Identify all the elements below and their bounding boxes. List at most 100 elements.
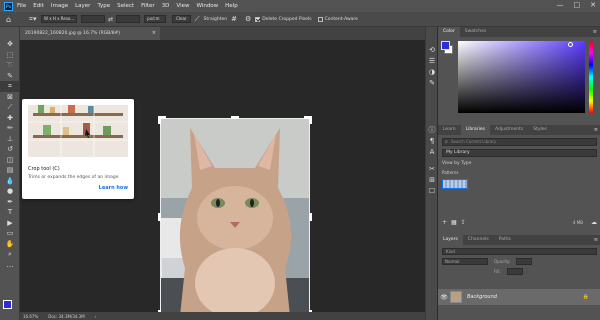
image-icon[interactable]: ▦ xyxy=(451,219,457,226)
opacity-field[interactable] xyxy=(516,258,533,265)
zoom-level[interactable]: 16.67% xyxy=(23,314,38,319)
swap-icon[interactable]: ⇄ xyxy=(108,16,113,23)
type-tool-icon[interactable]: T xyxy=(0,207,20,218)
maximize-button[interactable]: □ xyxy=(574,1,581,9)
color-picker-marker[interactable] xyxy=(568,42,573,47)
healing-tool-icon[interactable]: ✚ xyxy=(0,113,20,124)
menu-file[interactable]: File xyxy=(17,3,26,9)
more-tools-icon[interactable]: … xyxy=(0,260,20,271)
grid-overlay-icon[interactable]: # xyxy=(231,15,237,23)
gear-icon[interactable]: ⚙ xyxy=(245,15,251,23)
library-dropdown[interactable]: My Library xyxy=(442,149,597,157)
zoom-tool-icon[interactable]: ⌕ xyxy=(0,249,20,260)
stamp-tool-icon[interactable]: ⊥ xyxy=(0,134,20,145)
straighten-label[interactable]: Straighten xyxy=(204,17,228,22)
menu-3d[interactable]: 3D xyxy=(162,3,170,9)
menu-image[interactable]: Image xyxy=(51,3,68,9)
fill-field[interactable] xyxy=(506,268,523,275)
resolution-unit-dropdown[interactable]: px/cm xyxy=(144,15,167,23)
menu-filter[interactable]: Filter xyxy=(141,3,155,9)
menu-type[interactable]: Type xyxy=(97,3,110,9)
add-icon[interactable]: + xyxy=(442,219,447,226)
upload-icon[interactable]: ⇪ xyxy=(461,219,466,226)
tab-channels[interactable]: Channels xyxy=(463,235,494,245)
crop-width-field[interactable] xyxy=(81,15,106,23)
tab-libraries[interactable]: Libraries xyxy=(460,125,491,135)
tab-color[interactable]: Color xyxy=(438,27,460,37)
brush-tool-icon[interactable]: ✏ xyxy=(0,123,20,134)
learn-how-link[interactable]: Learn how xyxy=(99,185,128,191)
lock-icon: 🔒 xyxy=(582,294,589,300)
eyedropper-tool-icon[interactable]: ⟋ xyxy=(0,102,20,113)
crop-height-field[interactable] xyxy=(116,15,141,23)
libraries-menu-icon[interactable]: ≡ xyxy=(594,125,598,135)
home-icon[interactable]: ⌂ xyxy=(6,15,15,24)
history-brush-icon[interactable]: ↺ xyxy=(0,144,20,155)
move-tool-icon[interactable]: ✥ xyxy=(0,39,20,50)
blur-tool-icon[interactable]: 💧 xyxy=(0,176,20,187)
crop-handle-left[interactable] xyxy=(158,213,161,221)
shape-tool-icon[interactable]: ▭ xyxy=(0,228,20,239)
hue-slider[interactable] xyxy=(589,41,593,113)
close-tab-icon[interactable]: × xyxy=(152,27,156,40)
tab-adjustments[interactable]: Adjustments xyxy=(490,125,528,135)
cloud-icon[interactable]: ☁ xyxy=(591,219,597,226)
lasso-tool-icon[interactable]: ➰ xyxy=(0,60,20,71)
menu-layer[interactable]: Layer xyxy=(75,3,90,9)
library-search-input[interactable]: Search Current Library xyxy=(442,138,597,146)
hand-tool-icon[interactable]: ✋ xyxy=(0,239,20,250)
quick-select-tool-icon[interactable]: ✎ xyxy=(0,71,20,82)
dodge-tool-icon[interactable]: ● xyxy=(0,186,20,197)
menu-window[interactable]: Window xyxy=(196,3,218,9)
color-spectrum[interactable] xyxy=(458,41,585,113)
straighten-icon[interactable]: ⟋ xyxy=(195,15,200,24)
crop-handle-top[interactable] xyxy=(231,116,239,119)
pattern-thumbnail[interactable] xyxy=(442,179,468,189)
foreground-color-swatch[interactable] xyxy=(3,300,12,309)
path-select-tool-icon[interactable]: ▶ xyxy=(0,218,20,229)
view-by-dropdown[interactable]: View by Type xyxy=(442,161,597,166)
crop-tool-preset-icon[interactable]: ⌗▾ xyxy=(29,15,41,24)
tooltip-description: Trims or expands the edges of an image xyxy=(28,175,119,180)
tab-paths[interactable]: Paths xyxy=(494,235,516,245)
layer-kind-filter[interactable]: Kind xyxy=(442,248,597,255)
menu-edit[interactable]: Edit xyxy=(33,3,44,9)
crop-handle-top-left-v[interactable] xyxy=(158,116,161,124)
gradient-tool-icon[interactable]: ▤ xyxy=(0,165,20,176)
menu-help[interactable]: Help xyxy=(225,3,238,9)
crop-handle-right[interactable] xyxy=(309,213,312,221)
tab-swatches[interactable]: Swatches xyxy=(460,27,492,37)
patterns-section[interactable]: Patterns xyxy=(442,170,597,175)
pen-tool-icon[interactable]: ✒ xyxy=(0,197,20,208)
document-tab[interactable]: 20190822_160820.jpg @ 16.7% (RGB/8#) × xyxy=(20,27,160,40)
tab-layers[interactable]: Layers xyxy=(438,235,463,245)
status-bar: 16.67% Doc: 34.3M/34.3M › xyxy=(20,312,425,320)
clear-button[interactable]: Clear xyxy=(172,15,191,23)
blend-mode-dropdown[interactable]: Normal xyxy=(442,258,488,265)
content-aware-checkbox[interactable] xyxy=(317,16,323,22)
libraries-footer: + ▦ ⇪ 4 MB ☁ xyxy=(438,217,600,227)
tab-styles[interactable]: Styles xyxy=(528,125,552,135)
crop-handle-top-right-v[interactable] xyxy=(309,116,312,124)
crop-ratio-dropdown[interactable]: W x H x Reso... xyxy=(41,15,78,23)
lock-row: Fill: xyxy=(442,268,597,275)
panel-foreground-swatch[interactable] xyxy=(441,41,450,50)
frame-tool-icon[interactable]: ⊠ xyxy=(0,92,20,103)
doc-size[interactable]: Doc: 34.3M/34.3M xyxy=(48,314,84,319)
crop-tool-icon[interactable]: ⌗ xyxy=(0,81,20,92)
delete-cropped-checkbox[interactable] xyxy=(255,16,261,22)
menu-view[interactable]: View xyxy=(176,3,189,9)
eraser-tool-icon[interactable]: ◫ xyxy=(0,155,20,166)
crop-frame[interactable] xyxy=(160,118,310,316)
menu-select[interactable]: Select xyxy=(117,3,134,9)
minimize-button[interactable]: — xyxy=(557,1,564,9)
tab-learn[interactable]: Learn xyxy=(438,125,461,135)
close-button[interactable]: ✕ xyxy=(590,1,596,9)
layers-menu-icon[interactable]: ≡ xyxy=(594,235,598,245)
status-arrow-icon[interactable]: › xyxy=(95,314,97,319)
eye-icon[interactable]: 👁 xyxy=(438,294,450,301)
panel-menu-icon[interactable]: ≡ xyxy=(593,27,597,37)
marquee-tool-icon[interactable]: ⬚ xyxy=(0,50,20,61)
layer-row-background[interactable]: 👁 Background 🔒 xyxy=(438,289,600,305)
layer-name[interactable]: Background xyxy=(467,294,497,300)
